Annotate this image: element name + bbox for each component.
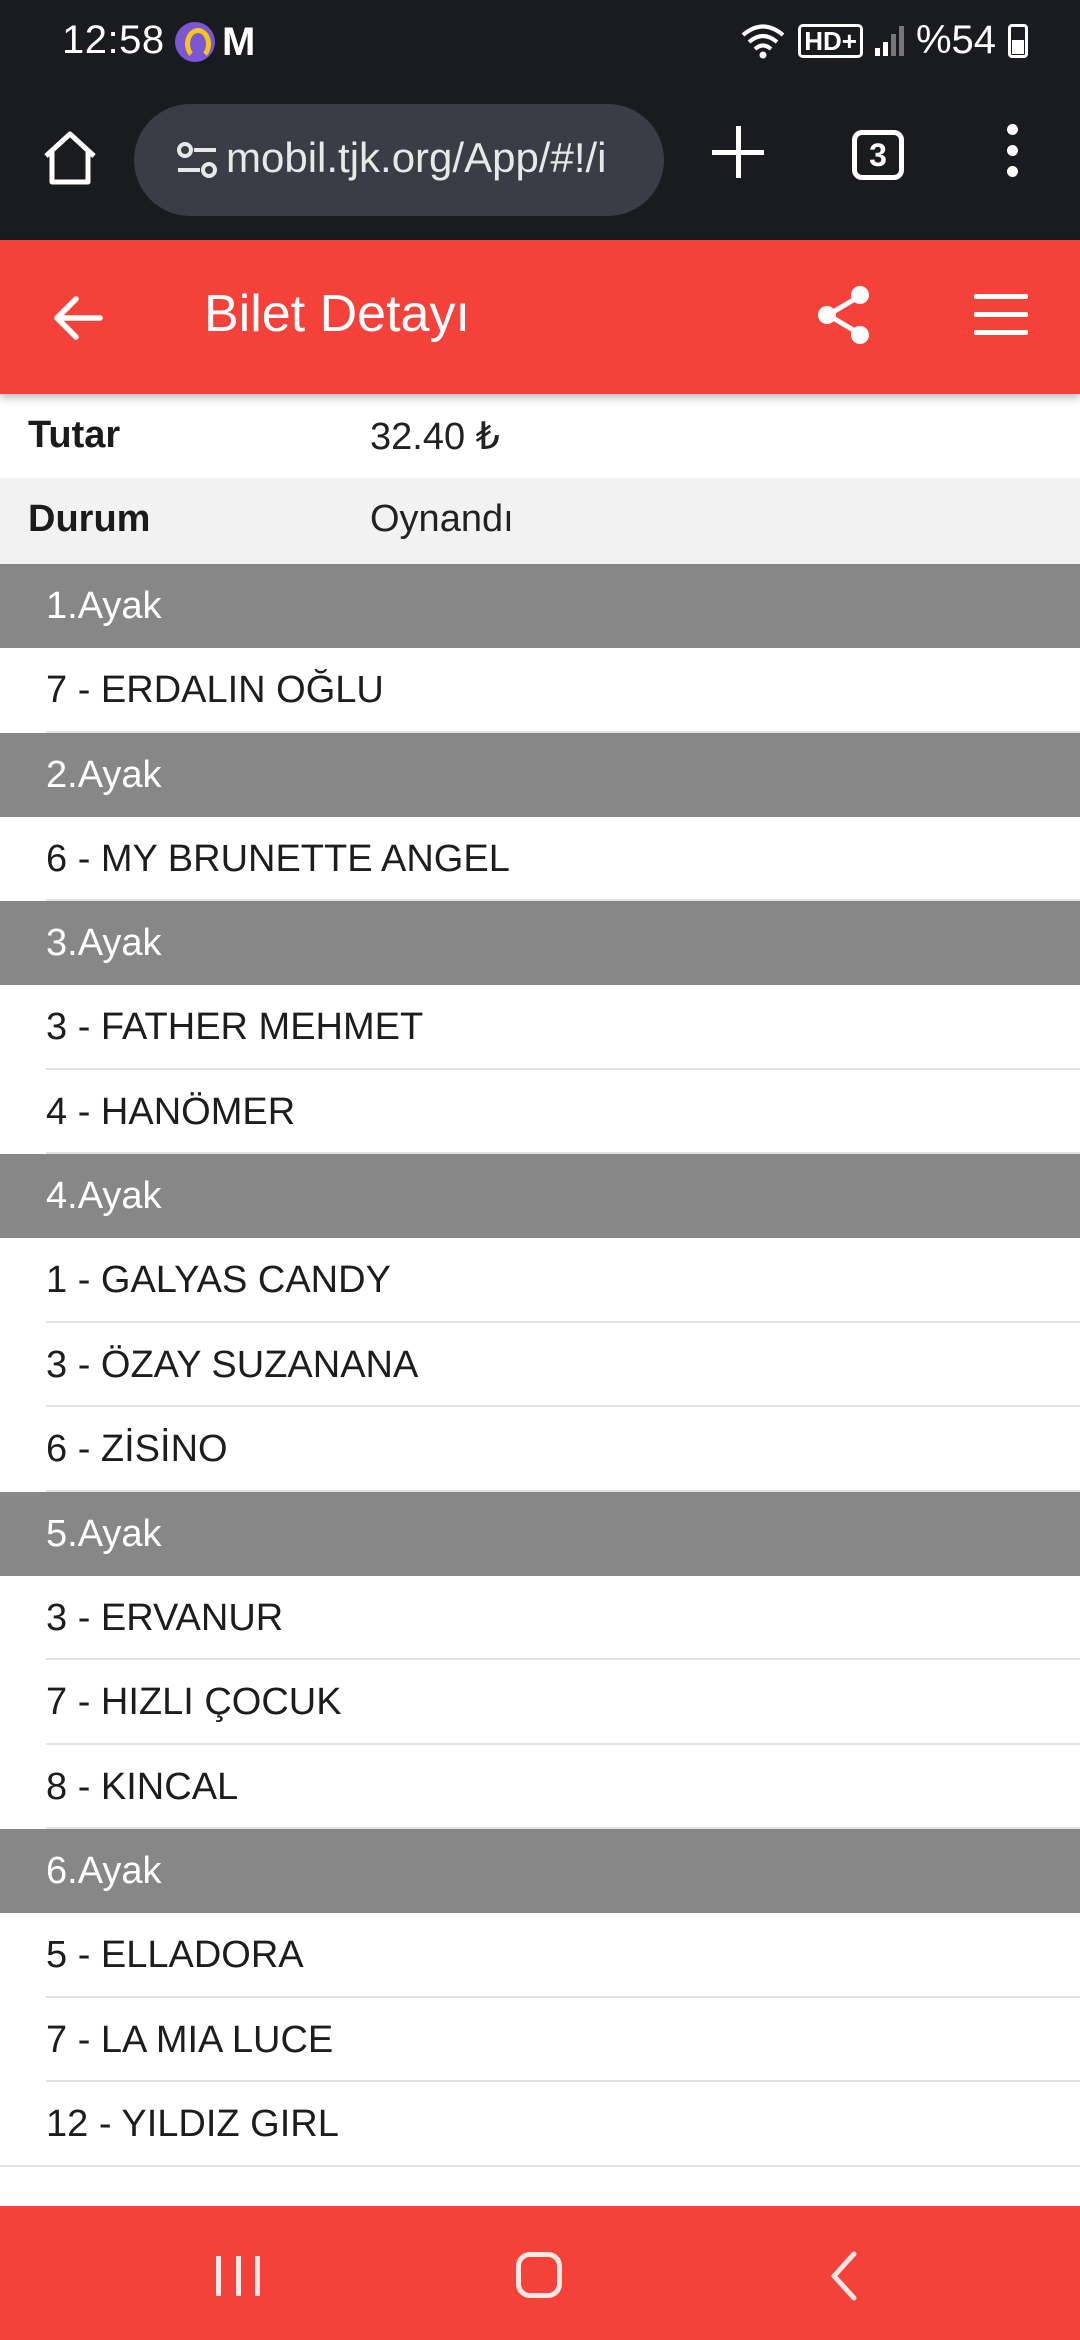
- hamburger-menu-icon[interactable]: [974, 294, 1028, 336]
- horse-item: 1 - GALYAS CANDY: [0, 1238, 1080, 1323]
- horse-item: 3 - ÖZAY SUZANANA: [0, 1323, 1080, 1408]
- url-bar[interactable]: mobil.tjk.org/App/#!/i: [134, 104, 664, 216]
- horse-item: 5 - ELLADORA: [0, 1913, 1080, 1998]
- battery-percent: %54: [915, 18, 996, 62]
- horse-item: 7 - HIZLI ÇOCUK: [0, 1660, 1080, 1745]
- gmail-notification-icon: M: [222, 20, 256, 64]
- url-text[interactable]: mobil.tjk.org/App/#!/i: [226, 134, 626, 182]
- tab-switcher-button[interactable]: 3: [852, 130, 904, 180]
- leg-header: 1.Ayak: [0, 564, 1080, 648]
- battery-icon: [1008, 23, 1028, 58]
- signal-icon: [874, 25, 904, 56]
- status-indicators: HD+ %54: [740, 18, 1028, 63]
- system-nav-bar: [0, 2206, 1080, 2340]
- horse-item: 3 - ERVANUR: [0, 1576, 1080, 1661]
- horse-item: 12 - YILDIZ GIRL: [0, 2082, 1080, 2167]
- site-settings-icon[interactable]: [174, 138, 220, 182]
- home-nav-icon[interactable]: [516, 2252, 562, 2298]
- leg-header: 2.Ayak: [0, 732, 1080, 817]
- wifi-icon: [741, 24, 785, 58]
- page-title: Bilet Detayı: [204, 285, 470, 343]
- horse-item: 6 - MY BRUNETTE ANGEL: [0, 817, 1080, 902]
- horse-item: 4 - HANÖMER: [0, 1070, 1080, 1155]
- status-time: 12:58: [62, 18, 165, 62]
- network-type-badge: HD+: [798, 23, 863, 58]
- browser-toolbar: mobil.tjk.org/App/#!/i 3: [0, 86, 1080, 240]
- leg-header: 4.Ayak: [0, 1154, 1080, 1238]
- ticket-detail: Tutar 32.40 ₺ Durum Oynandı 1.Ayak 7 - E…: [0, 394, 1080, 2167]
- share-icon[interactable]: [814, 284, 874, 346]
- app-notification-icon: [175, 22, 215, 62]
- horse-item: 6 - ZİSİNO: [0, 1407, 1080, 1492]
- recents-icon[interactable]: [216, 2256, 260, 2296]
- horse-item: 7 - ERDALIN OĞLU: [0, 648, 1080, 733]
- status-value: Oynandı: [370, 498, 514, 540]
- horse-item: 8 - KINCAL: [0, 1745, 1080, 1830]
- amount-value: 32.40 ₺: [370, 416, 500, 458]
- horse-item: 7 - LA MIA LUCE: [0, 1998, 1080, 2083]
- leg-header: 5.Ayak: [0, 1491, 1080, 1576]
- info-row-status: Durum Oynandı: [0, 478, 1080, 564]
- status-label: Durum: [28, 498, 151, 540]
- leg-header: 6.Ayak: [0, 1829, 1080, 1913]
- app-header: Bilet Detayı: [0, 240, 1080, 394]
- leg-header: 3.Ayak: [0, 901, 1080, 985]
- status-bar: 12:58 M HD+ %54: [0, 0, 1080, 86]
- home-icon[interactable]: [38, 126, 102, 190]
- amount-label: Tutar: [28, 414, 121, 456]
- horse-item: 3 - FATHER MEHMET: [0, 985, 1080, 1070]
- info-row-amount: Tutar 32.40 ₺: [0, 394, 1080, 478]
- more-options-icon[interactable]: [1004, 124, 1020, 184]
- back-arrow-icon[interactable]: [48, 288, 108, 348]
- back-nav-icon[interactable]: [824, 2250, 864, 2302]
- new-tab-icon[interactable]: [712, 126, 764, 178]
